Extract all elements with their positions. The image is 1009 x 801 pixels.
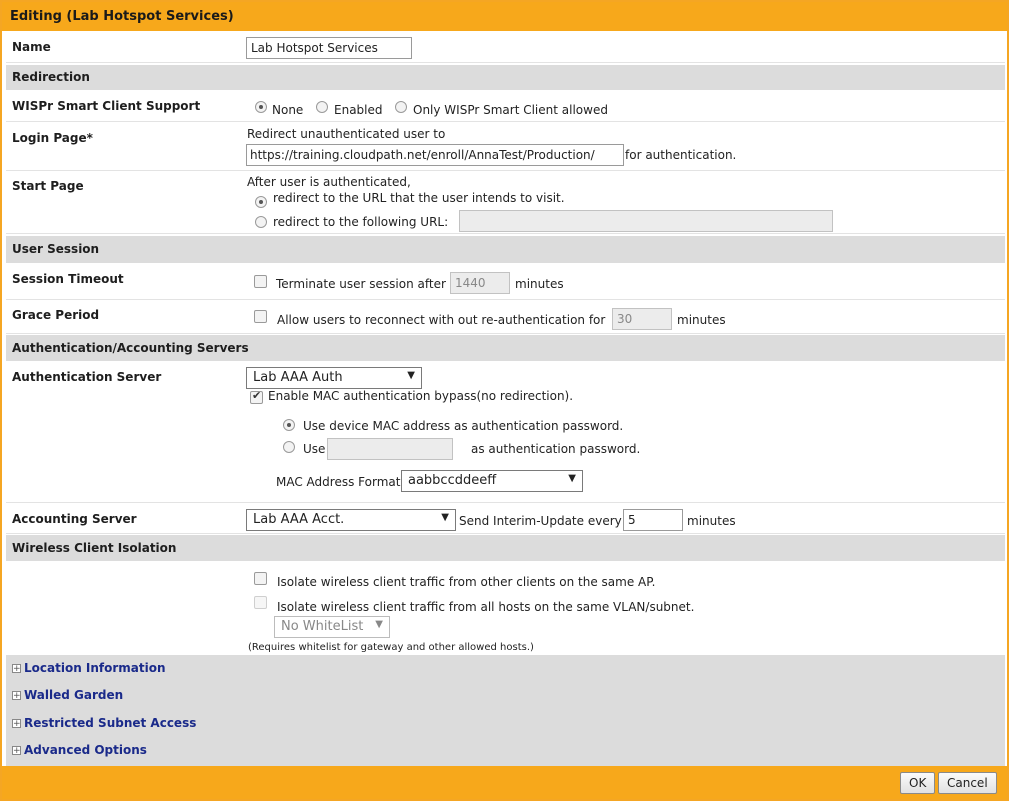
mac-use-label: Use — [303, 442, 326, 456]
interim-unit: minutes — [687, 514, 736, 528]
name-label: Name — [12, 40, 51, 54]
interim-input[interactable]: 5 — [623, 509, 683, 531]
mac-format-label: MAC Address Format — [276, 475, 401, 489]
dialog-title: Editing (Lab Hotspot Services) — [2, 2, 1007, 31]
chevron-down-icon: ▼ — [568, 473, 576, 484]
isolate-vlan-checkbox[interactable] — [254, 596, 267, 609]
login-suffix: for authentication. — [625, 148, 737, 162]
expander-location[interactable]: + Location Information — [12, 661, 166, 675]
mac-use-radio[interactable] — [283, 441, 295, 453]
wispr-label: WISPr Smart Client Support — [12, 99, 201, 113]
auth-server-value: Lab AAA Auth — [253, 370, 343, 385]
expander-advanced-label: Advanced Options — [24, 743, 147, 757]
mac-password-input[interactable] — [327, 438, 453, 460]
mac-device-label: Use device MAC address as authentication… — [303, 419, 624, 433]
mac-use-suffix: as authentication password. — [471, 442, 641, 456]
mac-bypass-label: Enable MAC authentication bypass(no redi… — [268, 389, 574, 403]
whitelist-value: No WhiteList — [281, 619, 364, 634]
wispr-enabled-label: Enabled — [334, 103, 383, 117]
expand-icon: + — [12, 719, 21, 729]
expander-walled-garden[interactable]: + Walled Garden — [12, 688, 123, 702]
interim-text: Send Interim-Update every — [459, 514, 622, 528]
start-intended-radio[interactable] — [255, 196, 267, 208]
expander-walled-garden-label: Walled Garden — [24, 688, 124, 702]
expand-icon: + — [12, 691, 21, 701]
wispr-only-radio[interactable] — [395, 101, 407, 113]
name-row: Name Lab Hotspot Services — [6, 33, 1005, 63]
expand-icon: + — [12, 664, 21, 674]
isolate-ap-label: Isolate wireless client traffic from oth… — [277, 575, 656, 589]
mac-format-value: aabbccddeeff — [408, 473, 497, 488]
whitelist-select[interactable]: No WhiteList ▼ — [274, 616, 390, 638]
mac-bypass-checkbox[interactable] — [250, 389, 263, 404]
redirection-header: Redirection — [6, 65, 1005, 90]
start-intended-label: redirect to the URL that the user intend… — [273, 191, 565, 205]
wispr-only-label: Only WISPr Smart Client allowed — [413, 103, 608, 117]
grace-period-text: Allow users to reconnect with out re-aut… — [277, 313, 606, 327]
start-row: Start Page After user is authenticated, … — [6, 172, 1005, 234]
grace-period-input[interactable]: 30 — [612, 308, 672, 330]
login-label: Login Page* — [12, 131, 93, 145]
expander-panel: + Location Information + Walled Garden + Re… — [6, 655, 1005, 766]
session-timeout-input[interactable]: 1440 — [450, 272, 510, 294]
dialog-footer: OK Cancel — [2, 766, 1007, 799]
auth-server-row: Authentication Server Lab AAA Auth ▼ Ena… — [6, 363, 1005, 503]
expander-location-label: Location Information — [24, 661, 166, 675]
mac-format-select[interactable]: aabbccddeeff ▼ — [401, 470, 583, 492]
name-input[interactable]: Lab Hotspot Services — [246, 37, 412, 59]
acct-server-row: Accounting Server Lab AAA Acct. ▼ Send I… — [6, 505, 1005, 534]
expander-restricted-subnet-label: Restricted Subnet Access — [24, 716, 197, 730]
mac-device-radio[interactable] — [283, 419, 295, 431]
auth-server-select[interactable]: Lab AAA Auth ▼ — [246, 367, 422, 389]
session-timeout-text: Terminate user session after — [276, 277, 446, 291]
isolation-row: Isolate wireless client traffic from oth… — [6, 562, 1005, 654]
grace-period-unit: minutes — [677, 313, 726, 327]
expand-icon: + — [12, 746, 21, 756]
chevron-down-icon: ▼ — [375, 619, 383, 630]
auth-server-label: Authentication Server — [12, 370, 162, 384]
wispr-none-radio[interactable] — [255, 101, 267, 113]
session-timeout-label: Session Timeout — [12, 272, 124, 286]
wispr-none-label: None — [272, 103, 304, 117]
session-timeout-checkbox[interactable] — [254, 275, 267, 288]
wispr-enabled-radio[interactable] — [316, 101, 328, 113]
acct-server-value: Lab AAA Acct. — [253, 512, 345, 527]
edit-dialog: Editing (Lab Hotspot Services) Name Lab … — [0, 0, 1009, 801]
start-url-label: redirect to the following URL: — [273, 215, 449, 229]
chevron-down-icon: ▼ — [441, 512, 449, 523]
isolate-vlan-label: Isolate wireless client traffic from all… — [277, 600, 695, 614]
expander-advanced[interactable]: + Advanced Options — [12, 743, 147, 757]
isolation-header: Wireless Client Isolation — [6, 535, 1005, 561]
servers-header: Authentication/Accounting Servers — [6, 335, 1005, 361]
cancel-button[interactable]: Cancel — [938, 772, 997, 794]
acct-server-label: Accounting Server — [12, 512, 137, 526]
grace-period-checkbox[interactable] — [254, 310, 267, 323]
whitelist-note: (Requires whitelist for gateway and othe… — [248, 642, 534, 653]
ok-button[interactable]: OK — [900, 772, 936, 794]
start-label: Start Page — [12, 179, 84, 193]
login-text: Redirect unauthenticated user to — [247, 127, 446, 141]
grace-period-row: Grace Period Allow users to reconnect wi… — [6, 301, 1005, 334]
acct-server-select[interactable]: Lab AAA Acct. ▼ — [246, 509, 456, 531]
login-url-input[interactable]: https://training.cloudpath.net/enroll/An… — [246, 144, 624, 166]
isolate-ap-checkbox[interactable] — [254, 572, 267, 585]
start-url-radio[interactable] — [255, 216, 267, 228]
expander-restricted-subnet[interactable]: + Restricted Subnet Access — [12, 716, 196, 730]
login-row: Login Page* Redirect unauthenticated use… — [6, 124, 1005, 171]
session-timeout-unit: minutes — [515, 277, 564, 291]
start-text: After user is authenticated, — [247, 175, 411, 189]
chevron-down-icon: ▼ — [407, 370, 415, 381]
grace-period-label: Grace Period — [12, 308, 100, 322]
session-timeout-row: Session Timeout Terminate user session a… — [6, 265, 1005, 300]
wispr-row: WISPr Smart Client Support None Enabled … — [6, 92, 1005, 122]
start-url-input[interactable] — [459, 210, 833, 232]
user-session-header: User Session — [6, 236, 1005, 263]
